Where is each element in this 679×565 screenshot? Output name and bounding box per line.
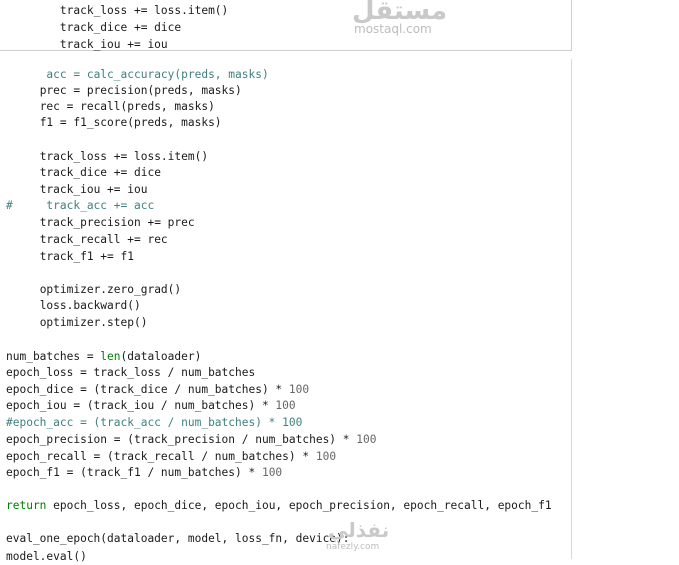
code-line[interactable]: track_precision += prec [6,214,195,231]
code-line[interactable]: epoch_iou = (track_iou / num_batches) * … [6,397,296,414]
code-token: track_dice += dice [39,166,161,179]
code-token: track_loss += loss.item() [59,4,229,17]
code-token: return [6,499,47,512]
code-token: epoch_dice = (track_dice / num_batches) … [6,383,289,396]
code-token: acc = calc_accuracy(preds, masks) [46,68,269,81]
code-line[interactable]: loss.backward() [6,297,141,314]
code-token: 100 [288,383,310,396]
code-line[interactable]: epoch_loss = track_loss / num_batches [6,364,255,381]
code-token: eval_one_epoch(dataloader, model, loss_f… [6,532,350,545]
code-line[interactable]: epoch_f1 = (track_f1 / num_batches) * 10… [6,464,282,481]
code-line[interactable]: epoch_recall = (track_recall / num_batch… [6,448,336,465]
code-line[interactable]: track_recall += rec [6,231,168,248]
code-token: prec = precision(preds, masks) [39,84,242,97]
code-line[interactable]: track_loss += loss.item() [6,148,208,165]
code-token: track_f1 += f1 [39,250,134,263]
code-line[interactable]: return epoch_loss, epoch_dice, epoch_iou… [6,497,552,514]
code-token: model.eval() [6,550,87,563]
code-line[interactable]: epoch_dice = (track_dice / num_batches) … [6,381,309,398]
code-token: #epoch_acc = (track_acc / num_batches) *… [6,416,303,429]
code-line[interactable]: optimizer.step() [6,314,148,331]
code-line[interactable]: track_loss += loss.item() [6,2,228,19]
code-token: num_batches = [6,350,101,363]
code-line[interactable]: # track_acc += acc [6,197,154,214]
code-line[interactable]: track_dice += dice [6,164,161,181]
code-line[interactable]: epoch_precision = (track_precision / num… [6,431,376,448]
code-token: epoch_loss, epoch_dice, epoch_iou, epoch… [46,499,552,512]
code-token: epoch_f1 = (track_f1 / num_batches) * [6,466,262,479]
code-line[interactable]: track_f1 += f1 [6,248,134,265]
code-token: track_iou += iou [59,38,168,51]
code-token: epoch_iou = (track_iou / num_batches) * [6,399,276,412]
code-line[interactable]: #epoch_acc = (track_acc / num_batches) *… [6,414,302,431]
code-token: track_precision += prec [39,216,195,229]
code-line[interactable]: optimizer.zero_grad() [6,281,181,298]
code-token: epoch_loss = track_loss / num_batches [6,366,256,379]
code-token: (dataloader) [120,350,202,363]
code-token: epoch_recall = (track_recall / num_batch… [6,450,316,463]
code-line[interactable]: rec = recall(preds, masks) [6,98,215,115]
code-editor[interactable]: track_loss += loss.item() track_dice += … [0,0,679,563]
code-token: 100 [315,450,337,463]
code-token: rec = recall(preds, masks) [39,100,215,113]
code-token: 100 [275,399,296,412]
code-token: 100 [356,433,377,446]
code-token: # track_acc += acc [6,199,155,212]
code-line[interactable]: track_iou += iou [6,36,168,53]
code-line[interactable]: num_batches = len(dataloader) [6,348,201,365]
code-line[interactable]: eval_one_epoch(dataloader, model, loss_f… [6,530,350,547]
code-token: track_loss += loss.item() [39,150,209,163]
code-token: loss.backward() [39,299,141,312]
code-line[interactable]: prec = precision(preds, masks) [6,82,242,99]
code-token: optimizer.zero_grad() [39,283,182,296]
code-line[interactable]: acc = calc_accuracy(preds, masks) [6,66,269,83]
code-token: optimizer.step() [39,316,148,329]
code-token: track_recall += rec [39,233,168,246]
code-line[interactable]: track_iou += iou [6,181,148,198]
code-token: f1 = f1_score(preds, masks) [39,116,222,129]
code-token: len [100,350,121,363]
code-token: 100 [261,466,283,479]
code-token: epoch_precision = (track_precision / num… [6,433,357,446]
code-token: track_iou += iou [39,183,148,196]
code-line[interactable]: f1 = f1_score(preds, masks) [6,114,222,131]
code-token: track_dice += dice [59,21,182,34]
code-line[interactable]: track_dice += dice [6,19,181,36]
code-line[interactable]: model.eval() [6,548,87,565]
